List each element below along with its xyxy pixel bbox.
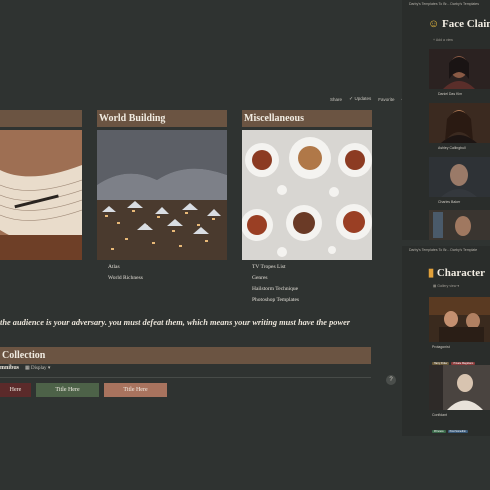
favorite-button[interactable]: Favorite: [378, 97, 394, 102]
collection-card-2[interactable]: Title Here: [36, 383, 99, 397]
quote-text: the audience is your adversary. you must…: [0, 318, 351, 327]
link-hailstorm-technique[interactable]: Hailstorm Technique: [252, 284, 299, 295]
writing-book-image[interactable]: [0, 130, 83, 260]
char-card-1-image[interactable]: [429, 297, 490, 342]
book-photo: [0, 130, 83, 260]
face-card-2-image[interactable]: [429, 103, 490, 143]
characters-panel: Darby's Templates To Br... Darby's Templ…: [402, 246, 490, 436]
share-button[interactable]: Share: [330, 97, 342, 102]
face-panel-title: ☺ Face Clain: [428, 18, 490, 30]
divider: [0, 377, 371, 378]
updates-button[interactable]: ✓ Updates: [349, 96, 371, 102]
world-building-list: Atlas World Richness: [108, 262, 143, 284]
collection-view-bar: mnibus ▦ Display ▾: [0, 365, 50, 371]
collection-card-1[interactable]: Here: [0, 383, 31, 397]
face-card-1-image[interactable]: [429, 49, 490, 89]
grid-icon: ▦: [25, 366, 30, 371]
face-claim-panel: Darby's Templates To Br... Darby's Templ…: [402, 0, 490, 240]
char-panel-title: ▮ Character: [428, 267, 486, 279]
section-header-miscellaneous: Miscellaneous: [242, 110, 372, 127]
face-card-2-name: Ashley Callingbull: [438, 146, 466, 150]
portrait-photo: [429, 49, 490, 89]
snowy-town-photo: [97, 130, 227, 260]
link-world-richness[interactable]: World Richness: [108, 273, 143, 284]
chevron-down-icon: ▾: [47, 366, 51, 371]
section-header-world-building: World Building: [97, 110, 227, 127]
face-panel-breadcrumb[interactable]: Darby's Templates To Br... Darby's Templ…: [402, 0, 490, 9]
face-card-3-image[interactable]: [429, 157, 490, 197]
tag: Post Somethin: [447, 430, 468, 433]
face-card-1-name: Daniel Das Kim: [438, 92, 463, 96]
char-card-2-image[interactable]: [429, 365, 490, 410]
add-view-button[interactable]: + Add a view: [433, 38, 453, 42]
display-dropdown[interactable]: ▦ Display ▾: [25, 365, 50, 371]
link-tv-tropes-list[interactable]: TV Tropes List: [252, 262, 299, 273]
portrait-photo: [429, 210, 490, 240]
link-atlas[interactable]: Atlas: [108, 262, 143, 273]
link-photoshop-templates[interactable]: Photoshop Templates: [252, 295, 299, 306]
smiley-icon: ☺: [428, 18, 440, 30]
tag: Princess: [432, 430, 446, 433]
miscellaneous-list: TV Tropes List Genres Hailstorm Techniqu…: [252, 262, 299, 306]
scene-photo: [429, 297, 490, 342]
view-tab-omnibus[interactable]: mnibus: [0, 365, 19, 371]
help-button[interactable]: ?: [386, 375, 396, 385]
gallery-view-tab[interactable]: ▦ Gallery view ▾: [433, 284, 459, 288]
char-card-1-label: Protagonist: [432, 345, 450, 349]
face-card-4-image[interactable]: [429, 210, 490, 240]
miscellaneous-image[interactable]: [241, 130, 372, 260]
char-card-2-label: Confidant: [432, 413, 447, 417]
page-toolbar: Share ✓ Updates Favorite •••: [330, 96, 406, 102]
scene-photo: [429, 365, 490, 410]
collection-header: Collection: [0, 347, 371, 364]
characters-icon: ▮: [428, 267, 435, 279]
world-building-image[interactable]: [97, 130, 227, 260]
section-header-1: [0, 110, 82, 127]
collection-card-3[interactable]: Title Here: [104, 383, 167, 397]
portrait-photo: [429, 157, 490, 197]
face-card-3-name: Charles Baker: [438, 200, 461, 204]
char-panel-breadcrumb[interactable]: Darby's Templates To Br... Darby's Templ…: [402, 246, 490, 255]
portrait-photo: [429, 103, 490, 143]
tea-cups-photo: [241, 130, 372, 260]
link-genres[interactable]: Genres: [252, 273, 299, 284]
check-icon: ✓: [349, 96, 354, 102]
char-card-2-tags: Princess Post Somethin: [432, 419, 470, 436]
